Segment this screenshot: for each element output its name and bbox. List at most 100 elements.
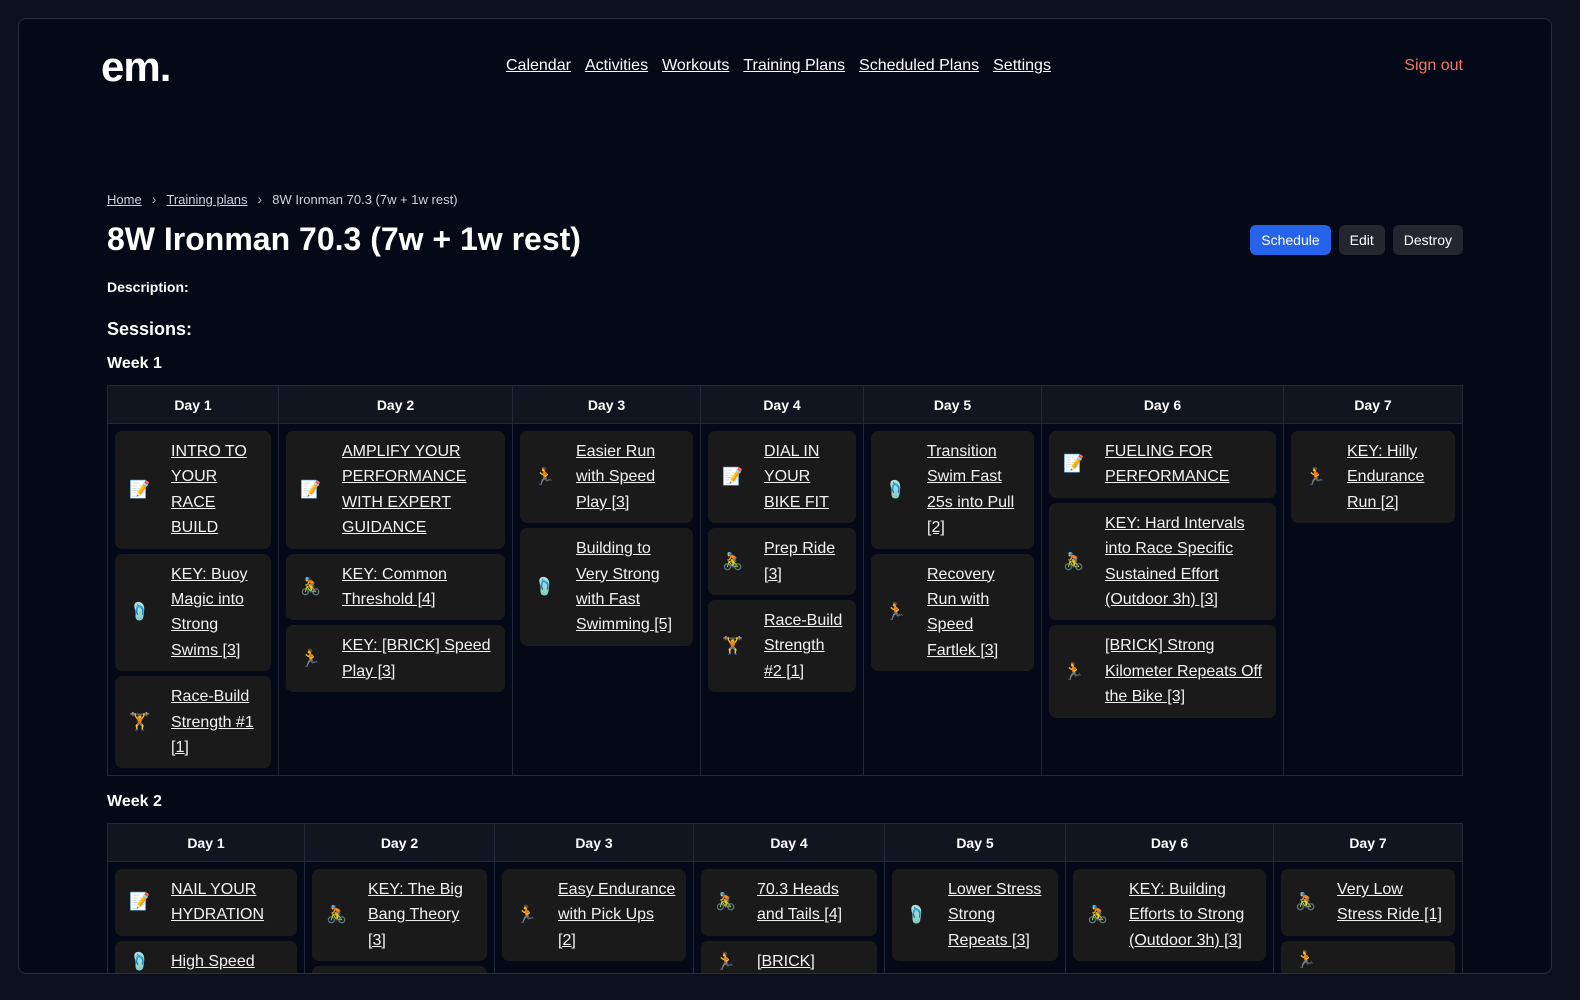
session-card[interactable]: 🚴 KEY: Building Efforts to Strong (Outdoo… bbox=[1073, 869, 1266, 962]
day-header: Day 4 bbox=[694, 824, 885, 861]
session-card[interactable]: 🏃 [BRICK] Strong Kilometer Repeats Off th… bbox=[1049, 625, 1276, 718]
session-link[interactable]: KEY: The Big Bang Theory [3] bbox=[368, 877, 477, 953]
week-table: Day 1 Day 2 Day 3 Day 4 Day 5 Day 6 Day 7 📝 INTR… bbox=[107, 385, 1463, 777]
session-card[interactable]: 🩴 Lower Stress Strong Repeats [3] bbox=[892, 869, 1058, 962]
session-link[interactable]: 70.3 Heads and Tails [4] bbox=[757, 877, 867, 928]
session-link[interactable]: NAIL YOUR HYDRATION bbox=[171, 877, 287, 928]
day-header: Day 3 bbox=[495, 824, 694, 861]
session-card[interactable]: 🚴 70.3 Heads and Tails [4] bbox=[701, 869, 877, 936]
session-link[interactable]: AMPLIFY YOUR PERFORMANCE WITH EXPERT GUI… bbox=[342, 439, 495, 541]
bike-icon: 🚴 bbox=[326, 905, 348, 925]
session-card[interactable]: 🏃 bbox=[1281, 940, 1455, 973]
nav-links: Calendar Activities Workouts Training Pl… bbox=[506, 57, 1051, 75]
session-card[interactable]: 🏃 [BRICK] bbox=[701, 940, 877, 973]
note-icon: 📝 bbox=[1063, 454, 1085, 474]
run-icon: 🏃 bbox=[516, 905, 538, 925]
edit-button[interactable]: Edit bbox=[1338, 225, 1385, 255]
session-card[interactable]: 🏃 KEY: Hilly Endurance Run [2] bbox=[1291, 431, 1455, 524]
nav-link-training-plans[interactable]: Training Plans bbox=[743, 57, 845, 75]
session-card[interactable]: 🩴 Transition Swim Fast 25s into Pull [2] bbox=[871, 431, 1034, 549]
note-icon: 📝 bbox=[300, 479, 322, 499]
session-link[interactable]: Lower Stress Strong Repeats [3] bbox=[948, 877, 1048, 953]
session-link[interactable]: High Speed bbox=[171, 949, 255, 973]
session-card[interactable]: 📝 INTRO TO YOUR RACE BUILD bbox=[115, 431, 271, 549]
session-link[interactable]: Very Low Stress Ride [1] bbox=[1337, 877, 1445, 928]
day-header: Day 7 bbox=[1354, 396, 1392, 413]
session-link[interactable]: FUELING FOR PERFORMANCE bbox=[1105, 439, 1266, 490]
session-card[interactable]: 🚴 KEY: Common Threshold [4] bbox=[286, 553, 505, 621]
description-label: Description: bbox=[107, 279, 189, 295]
session-card[interactable]: 📝 FUELING FOR PERFORMANCE bbox=[1049, 431, 1276, 498]
session-card[interactable]: 🚴 Very Low Stress Ride [1] bbox=[1281, 869, 1455, 936]
nav-link-scheduled-plans[interactable]: Scheduled Plans bbox=[859, 57, 979, 75]
session-card[interactable]: 🏋 Race-Build Strength #1 [1] bbox=[115, 676, 271, 769]
day-column: 🩴 Transition Swim Fast 25s into Pull [2] 🏃… bbox=[864, 424, 1042, 776]
day-header: Day 4 bbox=[701, 386, 864, 423]
nav-link-activities[interactable]: Activities bbox=[585, 57, 648, 75]
session-card[interactable]: 📝 AMPLIFY YOUR PERFORMANCE WITH EXPERT GU… bbox=[286, 431, 505, 549]
sign-out-link[interactable]: Sign out bbox=[1404, 57, 1463, 75]
session-link[interactable]: KEY: Common Threshold [4] bbox=[342, 562, 495, 613]
session-card[interactable]: 🏃 Easy Endurance with Pick Ups [2] bbox=[502, 869, 686, 962]
nav-link-settings[interactable]: Settings bbox=[993, 57, 1051, 75]
schedule-button[interactable]: Schedule bbox=[1250, 225, 1331, 255]
bike-icon: 🚴 bbox=[722, 551, 744, 571]
sessions-label: Sessions: bbox=[107, 319, 193, 339]
session-card[interactable]: 🏋 Race-Build Strength #2 [1] bbox=[708, 600, 856, 693]
week-body-row: 📝 INTRO TO YOUR RACE BUILD 🩴 KEY: Buoy Magi… bbox=[108, 424, 1462, 776]
week-header-row: Day 1 Day 2 Day 3 Day 4 Day 5 Day 6 Day 7 bbox=[108, 824, 1462, 862]
session-card[interactable]: 🩴 High Speed bbox=[115, 940, 297, 973]
breadcrumb-training-plans[interactable]: Training plans bbox=[166, 192, 247, 207]
bike-icon: 🚴 bbox=[1295, 892, 1317, 912]
session-link[interactable]: Easier Run with Speed Play [3] bbox=[576, 439, 683, 515]
session-link[interactable]: KEY: Hard Intervals into Race Specific S… bbox=[1105, 511, 1266, 613]
run-icon: 🏃 bbox=[534, 467, 556, 487]
session-link[interactable]: Race-Build Strength #1 [1] bbox=[171, 684, 261, 760]
session-link[interactable]: KEY: Building Efforts to Strong (Outdoor… bbox=[1129, 877, 1256, 953]
nav-link-workouts[interactable]: Workouts bbox=[662, 57, 729, 75]
session-link[interactable]: Building to Very Strong with Fast Swimmi… bbox=[576, 536, 683, 638]
session-card[interactable]: 🏃 Easier Run with Speed Play [3] bbox=[520, 431, 693, 524]
session-card[interactable]: 🚴 KEY: Hard Intervals into Race Specific … bbox=[1049, 502, 1276, 621]
session-link[interactable]: Recovery Run with Speed Fartlek [3] bbox=[927, 562, 1024, 664]
session-card[interactable]: 📝 DIAL IN YOUR BIKE FIT bbox=[708, 431, 856, 524]
destroy-button[interactable]: Destroy bbox=[1392, 225, 1463, 255]
session-link[interactable]: INTRO TO YOUR RACE BUILD bbox=[171, 439, 261, 541]
action-buttons: Schedule Edit Destroy bbox=[1250, 225, 1463, 255]
session-card[interactable]: 🏃 bbox=[312, 966, 487, 973]
day-header: Day 1 bbox=[108, 386, 279, 423]
day-header: Day 7 bbox=[1349, 834, 1387, 851]
nav-link-calendar[interactable]: Calendar bbox=[506, 57, 571, 75]
session-link[interactable]: KEY: [BRICK] Speed Play [3] bbox=[342, 633, 495, 684]
session-card[interactable]: 📝 NAIL YOUR HYDRATION bbox=[115, 869, 297, 936]
run-icon: 🏃 bbox=[300, 648, 322, 668]
chevron-right-icon: › bbox=[151, 191, 157, 207]
session-card[interactable]: 🏃 KEY: [BRICK] Speed Play [3] bbox=[286, 625, 505, 693]
session-card[interactable]: 🩴 Building to Very Strong with Fast Swimm… bbox=[520, 528, 693, 646]
session-link[interactable]: KEY: Buoy Magic into Strong Swims [3] bbox=[171, 562, 261, 664]
day-header: Day 3 bbox=[513, 386, 701, 423]
note-icon: 📝 bbox=[129, 892, 151, 912]
session-card[interactable]: 🚴 Prep Ride [3] bbox=[708, 528, 856, 596]
breadcrumb-home[interactable]: Home bbox=[107, 192, 142, 207]
logo[interactable]: em. bbox=[101, 43, 171, 91]
day-header: Day 6 bbox=[1066, 824, 1274, 861]
session-card[interactable]: 🏃 Recovery Run with Speed Fartlek [3] bbox=[871, 553, 1034, 672]
day-column: 📝 FUELING FOR PERFORMANCE 🚴 KEY: Hard Inter… bbox=[1042, 424, 1284, 776]
session-link[interactable]: [BRICK] bbox=[757, 949, 815, 973]
session-link[interactable]: KEY: Hilly Endurance Run [2] bbox=[1347, 439, 1445, 515]
day-column: 🚴 KEY: Building Efforts to Strong (Outdoo… bbox=[1066, 862, 1274, 973]
session-link[interactable]: Easy Endurance with Pick Ups [2] bbox=[558, 877, 676, 953]
week-table: Day 1 Day 2 Day 3 Day 4 Day 5 Day 6 Day 7 📝 NAIL… bbox=[107, 823, 1463, 973]
session-card[interactable]: 🚴 KEY: The Big Bang Theory [3] bbox=[312, 869, 487, 962]
session-link[interactable]: Race-Build Strength #2 [1] bbox=[764, 608, 846, 684]
session-card[interactable]: 🩴 KEY: Buoy Magic into Strong Swims [3] bbox=[115, 553, 271, 672]
run-icon: 🏃 bbox=[1295, 949, 1317, 969]
session-link[interactable]: [BRICK] Strong Kilometer Repeats Off the… bbox=[1105, 633, 1266, 709]
session-link[interactable]: Transition Swim Fast 25s into Pull [2] bbox=[927, 439, 1024, 541]
session-link[interactable]: Prep Ride [3] bbox=[764, 536, 846, 587]
day-column: 📝 AMPLIFY YOUR PERFORMANCE WITH EXPERT GU… bbox=[279, 424, 513, 776]
run-icon: 🏃 bbox=[885, 602, 907, 622]
session-link[interactable]: DIAL IN YOUR BIKE FIT bbox=[764, 439, 846, 515]
strength-icon: 🏋 bbox=[129, 712, 151, 732]
